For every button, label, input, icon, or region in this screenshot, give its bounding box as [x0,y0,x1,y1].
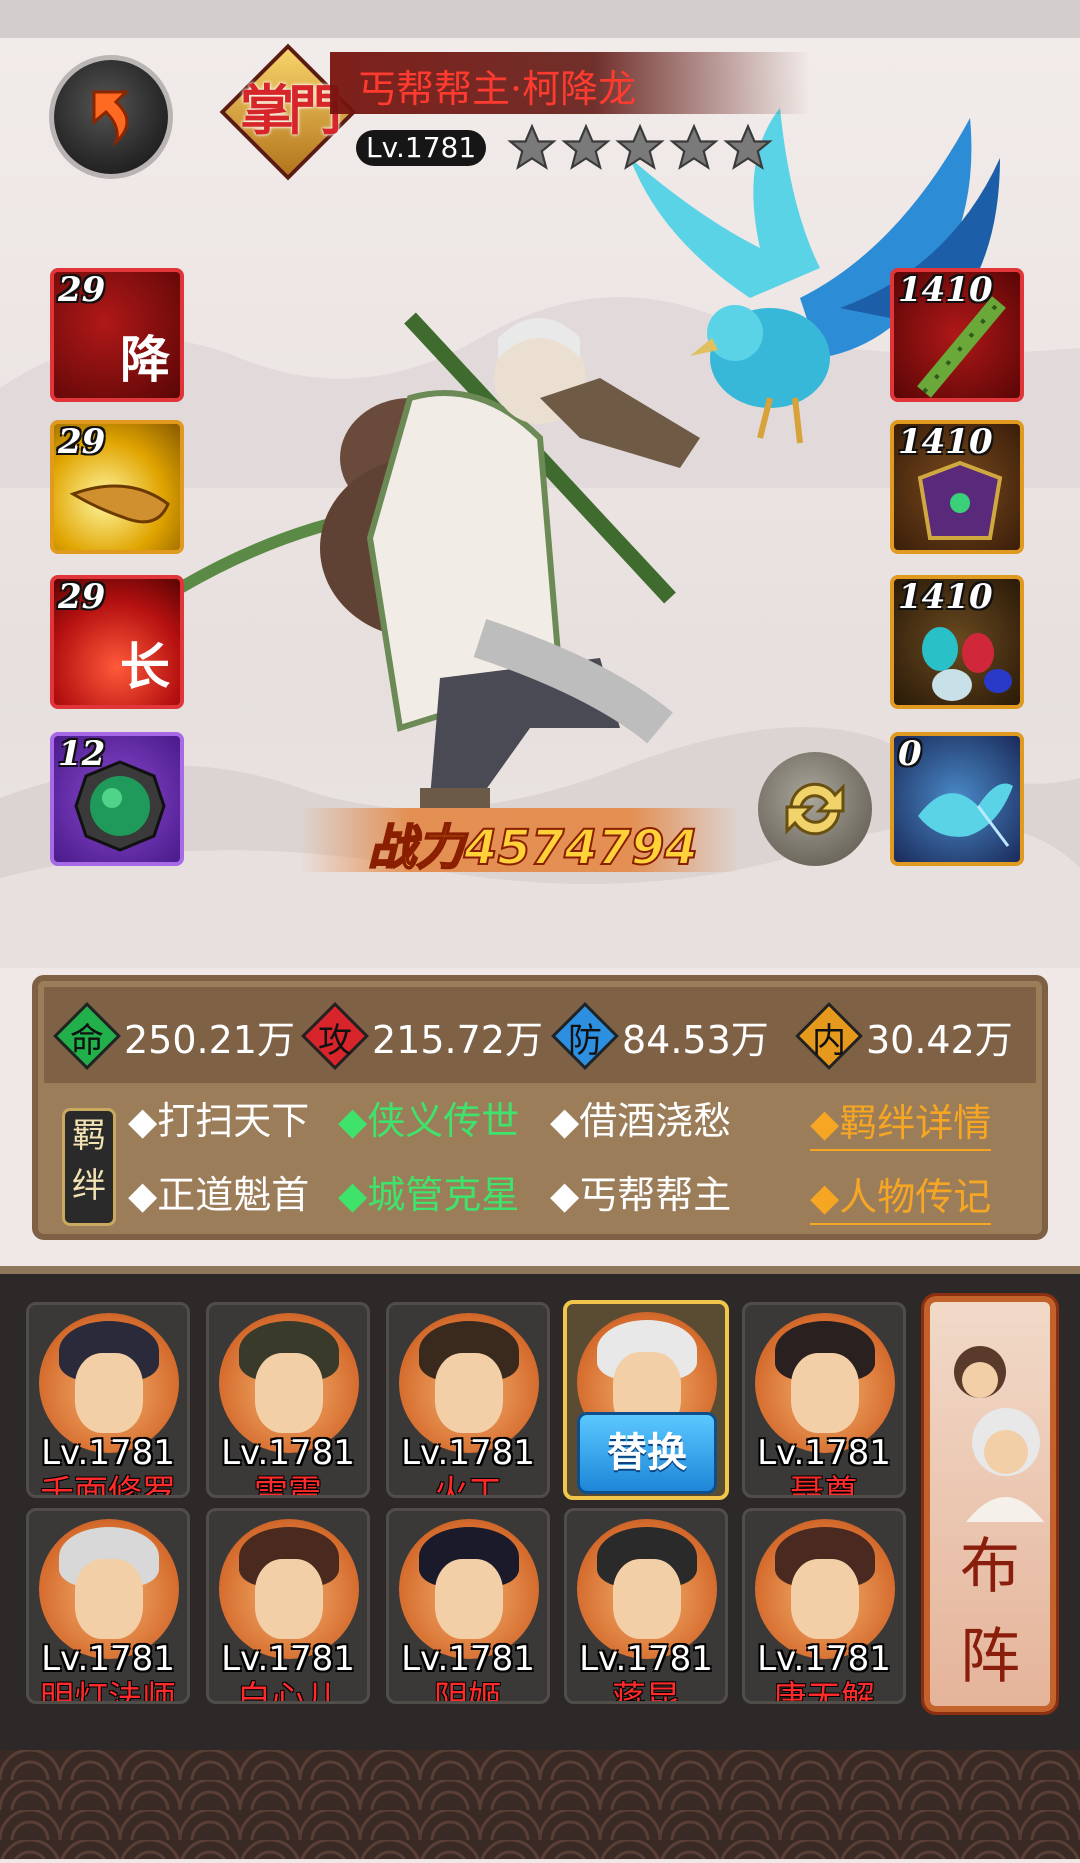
skill-glyph: 降 [120,330,170,389]
hero-portrait [39,1313,179,1453]
stat-hp: 命 250.21万 [53,1001,295,1071]
hero-name: 明灯法师 [40,1679,176,1704]
star-icon [615,123,665,170]
biography-link[interactable]: ◆人物传记 [810,1166,992,1225]
stat-defense: 防 84.53万 [551,1001,769,1071]
back-button[interactable] [54,60,168,174]
stat-value: 30.42万 [866,1017,1013,1062]
hero-name: 千面修罗 [40,1473,176,1498]
skill-glyph: 长 [120,637,170,696]
roster-hero-card[interactable]: Lv.1781 千面修罗 [26,1302,190,1498]
stat-value: 250.21万 [124,1017,295,1062]
hero-portrait [219,1519,359,1659]
hero-portrait [399,1313,539,1453]
roster-hero-card[interactable]: Lv.1781 聂尊 [742,1302,906,1498]
roster-hero-card[interactable]: Lv.1781 火工 [386,1302,550,1498]
star-rating [506,122,774,174]
skill-level: 29 [58,577,106,617]
bamboo-staff-icon [917,296,1006,398]
refresh-icon [785,782,845,836]
armor-icon [917,460,1003,540]
replace-button[interactable]: 替换 [577,1412,717,1494]
stat-internal: 内 30.42万 [795,1001,1013,1071]
wave-pattern [0,1750,1080,1859]
jade-amulet-icon [74,760,166,852]
equip-slot-gems[interactable]: 1410 [890,575,1024,709]
hero-name: 白心儿 [237,1679,339,1704]
eagle-pet-icon [918,783,1013,847]
equip-level: 1410 [898,422,993,462]
skill-level: 29 [58,422,106,462]
hero-portrait [755,1313,895,1453]
bond-item-active: ◆侠义传世 [338,1099,520,1143]
internal-icon: 内 [795,1002,863,1070]
bond-details-link[interactable]: ◆羁绊详情 [810,1092,992,1151]
star-icon [669,123,719,170]
roster-hero-card-selected[interactable]: 替换 [563,1300,729,1500]
combat-power: 战力4574794 [367,819,699,877]
gems-icon [922,627,1012,701]
equip-slot-weapon[interactable]: 1410 [890,268,1024,402]
hero-name: 雷震 [254,1473,322,1498]
stat-row: 命 250.21万 攻 215.72万 防 84.53万 内 30.42万 [44,987,1036,1083]
hp-icon: 命 [53,1002,121,1070]
attack-icon: 攻 [301,1002,369,1070]
formation-art [954,1346,1044,1522]
skill-slot-1[interactable]: 29 降 [50,268,184,402]
bond-item: ◆借酒浇愁 [550,1099,732,1143]
stat-attack: 攻 215.72万 [301,1001,543,1071]
roster-hero-card[interactable]: Lv.1781 白心儿 [206,1508,370,1704]
hero-name: 唐无解 [773,1679,875,1704]
hero-portrait [219,1313,359,1453]
bond-item: ◆丐帮帮主 [550,1173,732,1217]
stat-value: 215.72万 [372,1017,543,1062]
star-icon [723,123,773,170]
hero-name: 火工 [434,1473,502,1498]
hero-portrait [755,1519,895,1659]
hero-portrait [39,1519,179,1659]
hero-name: 阴姬 [434,1679,502,1704]
roster-hero-card[interactable]: Lv.1781 阴姬 [386,1508,550,1704]
skill-level: 29 [58,270,106,310]
stat-value: 84.53万 [622,1017,769,1062]
defense-icon: 防 [551,1002,619,1070]
skill-slot-4[interactable]: 12 [50,732,184,866]
skill-slot-2[interactable]: 29 [50,420,184,554]
hero-name: 蒋昆 [612,1679,680,1704]
swap-button[interactable] [758,752,872,866]
horn-icon [69,484,170,524]
roster-hero-card[interactable]: Lv.1781 唐无解 [742,1508,906,1704]
star-icon [507,123,557,170]
hero-name: 丐帮帮主·柯降龙 [358,67,637,111]
formation-label: 布阵 [960,1532,1020,1692]
roster-hero-card[interactable]: Lv.1781 明灯法师 [26,1508,190,1704]
skill-slot-3[interactable]: 29 长 [50,575,184,709]
formation-button[interactable]: 布阵 [921,1293,1059,1715]
equip-slot-armor[interactable]: 1410 [890,420,1024,554]
roster-hero-card[interactable]: Lv.1781 蒋昆 [564,1508,728,1704]
hero-name: 聂尊 [790,1473,858,1498]
bond-item: ◆打扫天下 [128,1099,310,1143]
bond-item-active: ◆城管克星 [338,1173,520,1217]
bottom-decor [0,1750,1080,1859]
equip-slot-pet[interactable]: 0 [890,732,1024,866]
hero-portrait [399,1519,539,1659]
hero-portrait [577,1519,717,1659]
back-arrow-icon [92,90,130,147]
equip-level: 1410 [898,577,993,617]
hero-level: Lv.1781 [356,130,487,166]
status-bar [0,0,1080,38]
bond-item: ◆正道魁首 [128,1173,310,1217]
star-icon [561,123,611,170]
bond-tag: 羁绊 [62,1108,116,1226]
roster-hero-card[interactable]: Lv.1781 雷震 [206,1302,370,1498]
